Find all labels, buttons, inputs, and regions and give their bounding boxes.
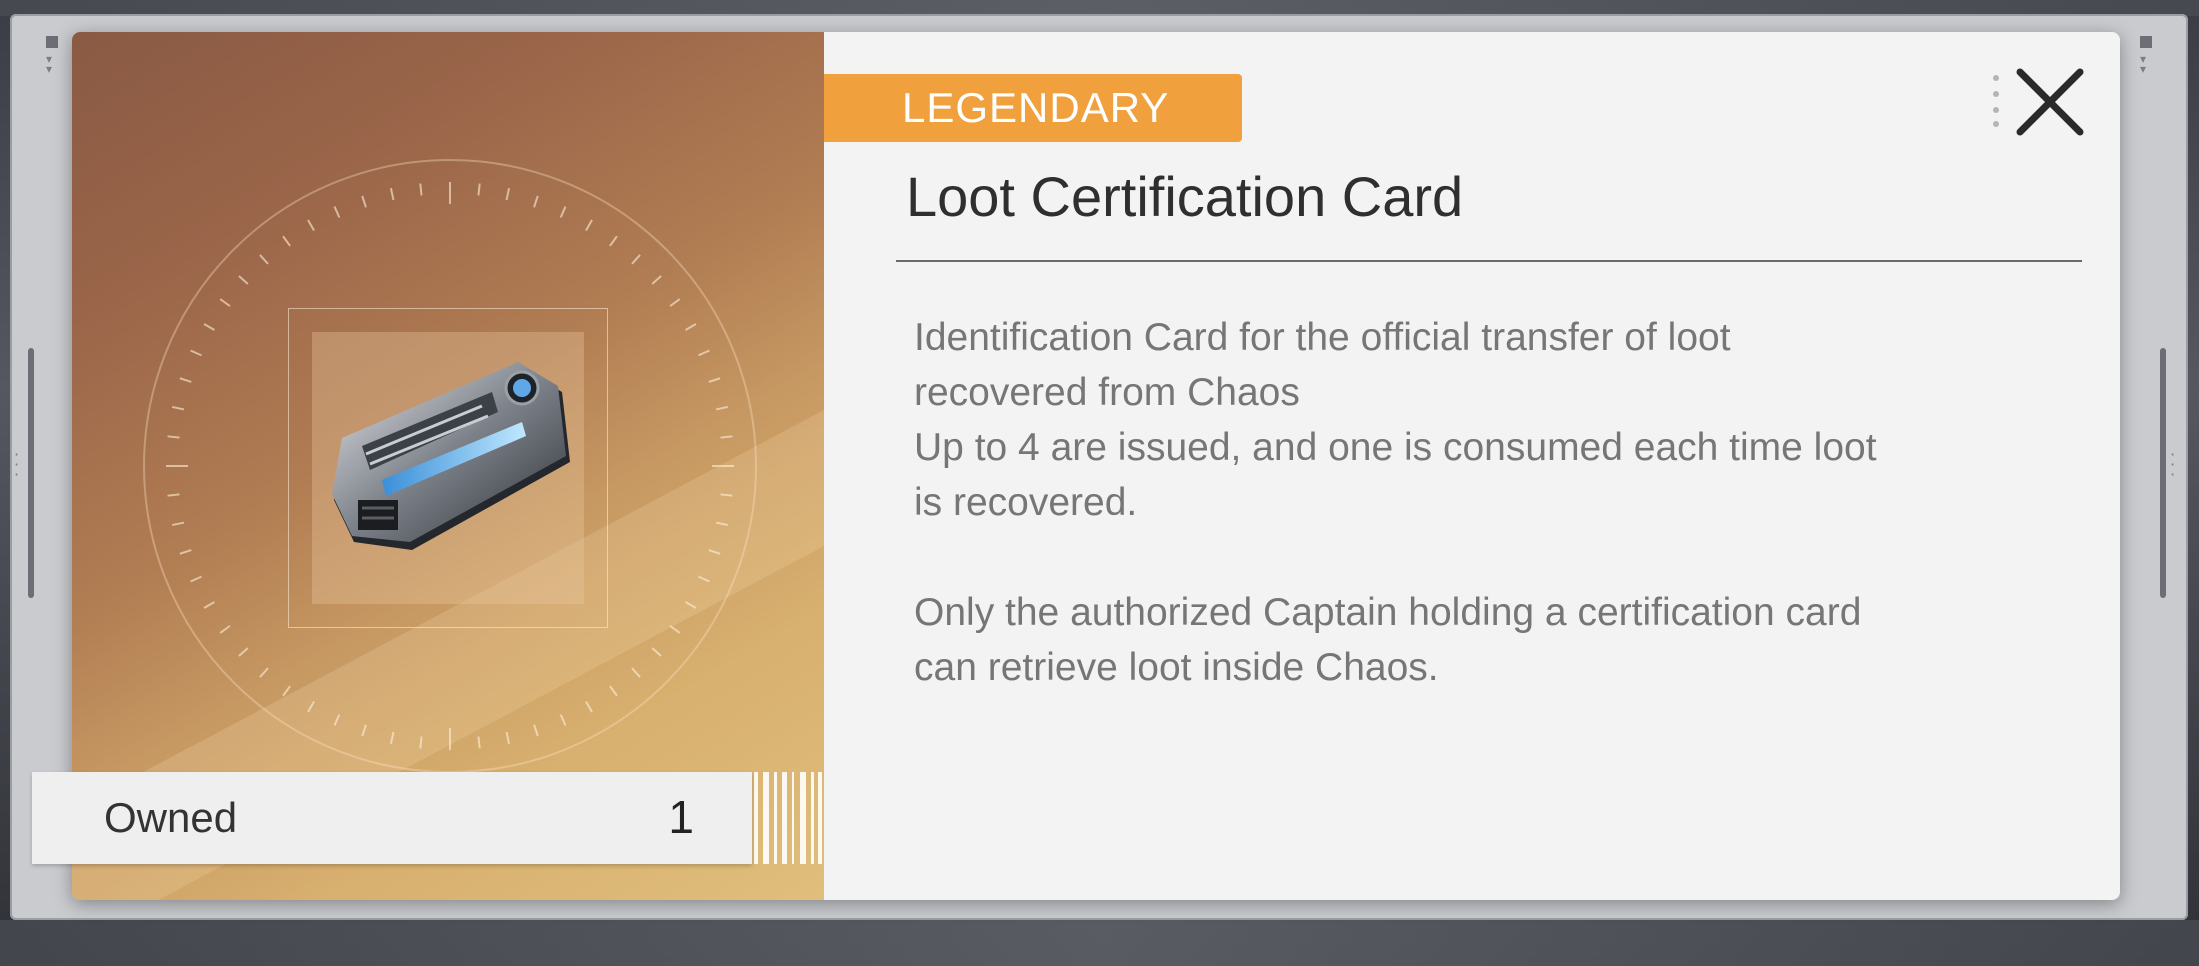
dial-tick	[651, 275, 662, 285]
dial-tick	[167, 493, 180, 497]
dial-tick	[282, 235, 291, 247]
dial-tick	[238, 275, 249, 285]
dial-tick	[708, 377, 721, 383]
frame-arrow-marks: ▾ ▾	[2140, 52, 2147, 76]
owned-label: Owned	[104, 794, 238, 841]
rarity-badge: LEGENDARY	[824, 74, 1242, 142]
item-title: Loot Certification Card	[906, 165, 1464, 228]
dial-tick	[259, 254, 269, 265]
frame-right-dots: · · ·	[2170, 445, 2176, 484]
dial-tick	[631, 667, 641, 678]
dial-tick	[559, 714, 567, 726]
item-detail-card: Owned 1 LEGENDARY Loot Certification Car…	[32, 32, 2120, 900]
dial-tick	[179, 377, 192, 383]
dial-tick	[419, 183, 423, 196]
dial-tick	[585, 219, 593, 231]
frame-left-handle	[28, 348, 34, 598]
dial-tick	[669, 298, 681, 307]
dial-tick	[685, 323, 697, 331]
dial-tick	[698, 575, 710, 583]
dial-tick	[307, 701, 315, 713]
dial-tick	[219, 298, 231, 307]
dial-tick	[259, 667, 269, 678]
barcode-decoration	[754, 772, 822, 864]
close-icon[interactable]	[2010, 62, 2090, 142]
dial-tick	[533, 724, 539, 737]
owned-count: 1	[668, 791, 694, 843]
dial-tick	[167, 435, 180, 439]
dial-tick	[361, 724, 367, 737]
item-preview-panel	[72, 32, 824, 900]
dial-tick	[203, 323, 215, 331]
dial-tick	[477, 736, 481, 749]
item-description: Identification Card for the official tra…	[914, 316, 1877, 689]
dial-tick	[307, 219, 315, 231]
id-card-icon	[332, 362, 570, 550]
dial-tick	[631, 254, 641, 265]
dial-tick	[715, 521, 729, 527]
dial-tick	[389, 187, 395, 201]
frame-corner-marker	[2140, 36, 2152, 48]
dial-tick	[698, 349, 710, 357]
dial-tick	[190, 575, 202, 583]
dial-tick	[171, 521, 185, 527]
dial-tick	[179, 549, 192, 555]
dial-tick	[203, 601, 215, 609]
dial-tick	[477, 183, 481, 196]
frame-left-dots: · · ·	[14, 445, 20, 484]
owned-count-bar: Owned 1	[32, 772, 752, 864]
dial-tick	[238, 647, 249, 657]
dial-tick	[190, 349, 202, 357]
dial-tick	[669, 625, 681, 634]
dial-tick	[585, 701, 593, 713]
dial-tick	[609, 685, 618, 697]
title-divider	[896, 260, 2082, 262]
dial-tick	[559, 206, 567, 218]
dial-tick	[333, 206, 341, 218]
dial-tick	[361, 195, 367, 208]
dial-tick	[651, 647, 662, 657]
dial-tick	[219, 625, 231, 634]
dial-tick	[720, 435, 733, 439]
dial-tick	[282, 685, 291, 697]
dial-tick	[505, 731, 511, 745]
drag-dots-icon	[1993, 75, 1999, 127]
dial-tick	[505, 187, 511, 201]
dial-tick	[389, 731, 395, 745]
dial-tick	[685, 601, 697, 609]
dial-tick	[533, 195, 539, 208]
frame-right-handle	[2160, 348, 2166, 598]
dial-tick	[609, 235, 618, 247]
dial-tick	[171, 405, 185, 411]
item-info-panel: LEGENDARY Loot Certification Card Identi…	[824, 32, 2120, 900]
dial-tick	[720, 493, 733, 497]
dial-tick	[715, 405, 729, 411]
frame-corner-marker	[46, 36, 58, 48]
dial-tick	[333, 714, 341, 726]
dial-tick	[708, 549, 721, 555]
frame-arrow-marks: ▾ ▾	[46, 52, 53, 76]
dial-tick	[419, 736, 423, 749]
